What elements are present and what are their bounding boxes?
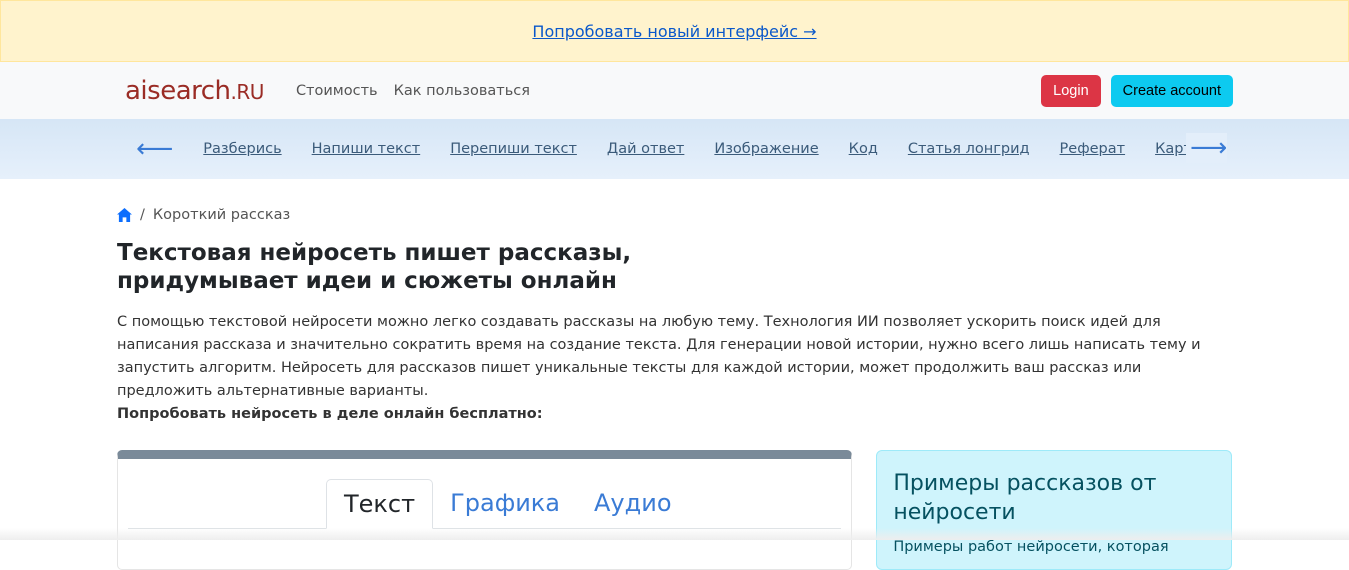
logo-text: aisearch — [125, 75, 231, 106]
examples-title: Примеры рассказов от нейросети — [893, 471, 1157, 525]
tab-graphics[interactable]: Графика — [433, 479, 577, 528]
breadcrumb-separator: / — [140, 207, 145, 223]
login-button[interactable]: Login — [1041, 74, 1101, 107]
category-link[interactable]: Разберись — [203, 141, 281, 157]
nav-pricing[interactable]: Стоимость — [296, 83, 378, 99]
category-link[interactable]: Перепиши текст — [450, 141, 577, 157]
page-description: С помощью текстовой нейросети можно легк… — [117, 314, 1201, 422]
cta-text: Попробовать нейросеть в деле онлайн бесп… — [117, 406, 543, 422]
new-interface-banner: Попробовать новый интерфейс → — [0, 0, 1349, 62]
arrow-left-icon[interactable]: ⟵ — [136, 134, 173, 164]
logo-suffix: .RU — [230, 79, 265, 104]
examples-text: Примеры работ нейросети, которая — [893, 539, 1169, 555]
generator-tabs: Текст Графика Аудио — [128, 479, 842, 529]
create-account-button[interactable]: Create account — [1110, 74, 1233, 107]
page-title: Текстовая нейросеть пишет рассказы, приду… — [117, 240, 632, 294]
category-scroller: ⟵ Разберись Напиши текст Перепиши текст … — [0, 119, 1349, 179]
tab-audio[interactable]: Аудио — [577, 479, 689, 528]
nav-how-to-use[interactable]: Как пользоваться — [394, 83, 530, 99]
category-link[interactable]: Код — [849, 141, 878, 157]
examples-panel: Примеры рассказов от нейросети Примеры р… — [876, 450, 1232, 570]
generator-card: Текст Графика Аудио — [117, 450, 853, 570]
category-link[interactable]: Дай ответ — [607, 141, 684, 157]
logo[interactable]: aisearch.RU — [125, 76, 264, 106]
arrow-right-icon[interactable]: ⟶ — [1186, 133, 1228, 163]
home-icon[interactable] — [117, 208, 132, 222]
breadcrumb: / Короткий рассказ — [117, 207, 1232, 223]
category-link[interactable]: Статья лонгрид — [908, 141, 1030, 157]
top-navbar: aisearch.RU Стоимость Как пользоваться L… — [0, 62, 1349, 119]
breadcrumb-current: Короткий рассказ — [152, 207, 291, 223]
category-link[interactable]: Напиши текст — [312, 141, 421, 157]
tab-text[interactable]: Текст — [326, 479, 434, 529]
category-link[interactable]: Изображение — [714, 141, 818, 157]
new-interface-link[interactable]: Попробовать новый интерфейс → — [532, 22, 816, 41]
category-link[interactable]: Реферат — [1060, 141, 1126, 157]
